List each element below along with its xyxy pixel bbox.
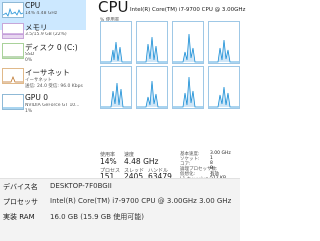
sidebar-item-subtitle: NVIDIA GeForce GT 10...	[25, 103, 80, 108]
cpu-core-graph	[100, 21, 132, 64]
sidebar-item-subtitle-2: 1%	[25, 109, 33, 114]
speed-value: 4.48 GHz	[124, 157, 159, 166]
ethernet-mini-graph	[2, 68, 24, 84]
gpu-mini-graph	[2, 94, 24, 110]
cpu-core-graph	[136, 66, 168, 109]
sidebar-item-subtitle: SSD	[25, 52, 35, 57]
page-title: CPU	[98, 0, 129, 16]
cpu-core-graph	[100, 66, 132, 109]
ram-value: 16.0 GB (15.9 GB 使用可能)	[50, 213, 144, 221]
cpu-core-graph	[208, 66, 240, 109]
processor-value: Intel(R) Core(TM) i7-9700 CPU @ 3.00GHz …	[50, 197, 232, 205]
device-name-value: DESKTOP-7F0BGII	[50, 182, 112, 190]
sidebar-item-title: GPU 0	[25, 93, 48, 102]
sidebar-item-subtitle-2: 送信: 24.0 受信: 96.0 Kbps	[25, 84, 83, 89]
cpu-mini-graph	[2, 2, 24, 18]
cpu-core-graph	[136, 21, 168, 64]
sidebar-item-subtitle: 3.5/15.9 GB (22%)	[25, 32, 67, 37]
sidebar-item-title: CPU	[25, 1, 41, 10]
cpu-core-graph	[172, 66, 204, 109]
sidebar: CPU 14% 4.48 GHz メモリ 3.5/15.9 GB (22%) デ…	[0, 0, 86, 178]
cpu-model-name: Intel(R) Core(TM) i7-9700 CPU @ 3.00GHz	[130, 7, 246, 13]
usage-value: 14%	[100, 157, 117, 166]
ram-label: 実装 RAM	[3, 213, 35, 221]
cpu-graph-grid	[100, 21, 240, 147]
system-info-footer: デバイス名 DESKTOP-7F0BGII プロセッサ Intel(R) Cor…	[0, 178, 240, 241]
cpu-core-graph	[208, 21, 240, 64]
sidebar-item-subtitle-2: 0%	[25, 58, 33, 63]
spec-value: 3.00 GHz	[210, 151, 231, 156]
sidebar-item-subtitle: 14% 4.48 GHz	[25, 11, 58, 16]
disk-mini-graph	[2, 43, 24, 59]
sidebar-item-gpu[interactable]: GPU 0 NVIDIA GeForce GT 10... 1%	[0, 92, 86, 122]
memory-mini-graph	[2, 23, 24, 39]
device-name-label: デバイス名	[3, 183, 38, 191]
cpu-panel: CPU Intel(R) Core(TM) i7-9700 CPU @ 3.00…	[86, 0, 245, 182]
cpu-core-graph	[172, 21, 204, 64]
processor-label: プロセッサ	[3, 198, 38, 206]
